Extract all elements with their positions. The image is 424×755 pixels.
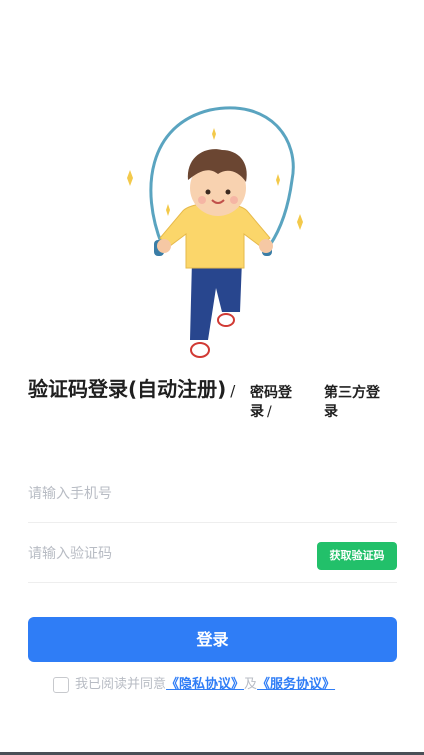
jump-rope-boy-illustration [120,100,320,370]
login-page: 验证码登录(自动注册)/ 密码登录/ 第三方登录 获取验证码 登录 我已阅读并同… [0,0,424,755]
login-method-tabs: 验证码登录(自动注册) / 密码登录 / 第三方登录 [28,376,398,436]
verification-code-input[interactable] [28,541,288,567]
tab-separator: / [230,382,236,400]
agreement-conjunction: 及 [244,677,258,692]
privacy-agreement-link[interactable]: 《隐私协议》 [166,677,244,692]
tab-separator: / [267,404,272,420]
agreement-row: 我已阅读并同意《隐私协议》及《服务协议》 [53,675,383,695]
tab-sms-login[interactable]: 验证码登录(自动注册) / [28,376,240,404]
phone-input[interactable] [28,481,288,507]
tab-third-party-login-label: 第三方登录 [324,385,380,420]
agreement-checkbox[interactable] [53,677,69,693]
login-button[interactable]: 登录 [28,617,397,662]
tab-sms-login-label: 验证码登录(自动注册) [28,377,227,401]
tab-third-party-login[interactable]: 第三方登录 [324,384,390,422]
agreement-prefix: 我已阅读并同意 [75,677,167,692]
service-agreement-link[interactable]: 《服务协议》 [257,677,335,692]
phone-field [28,465,397,523]
code-field: 获取验证码 [28,525,397,583]
tab-password-login[interactable]: 密码登录 / [250,384,308,422]
get-code-button[interactable]: 获取验证码 [317,542,397,570]
